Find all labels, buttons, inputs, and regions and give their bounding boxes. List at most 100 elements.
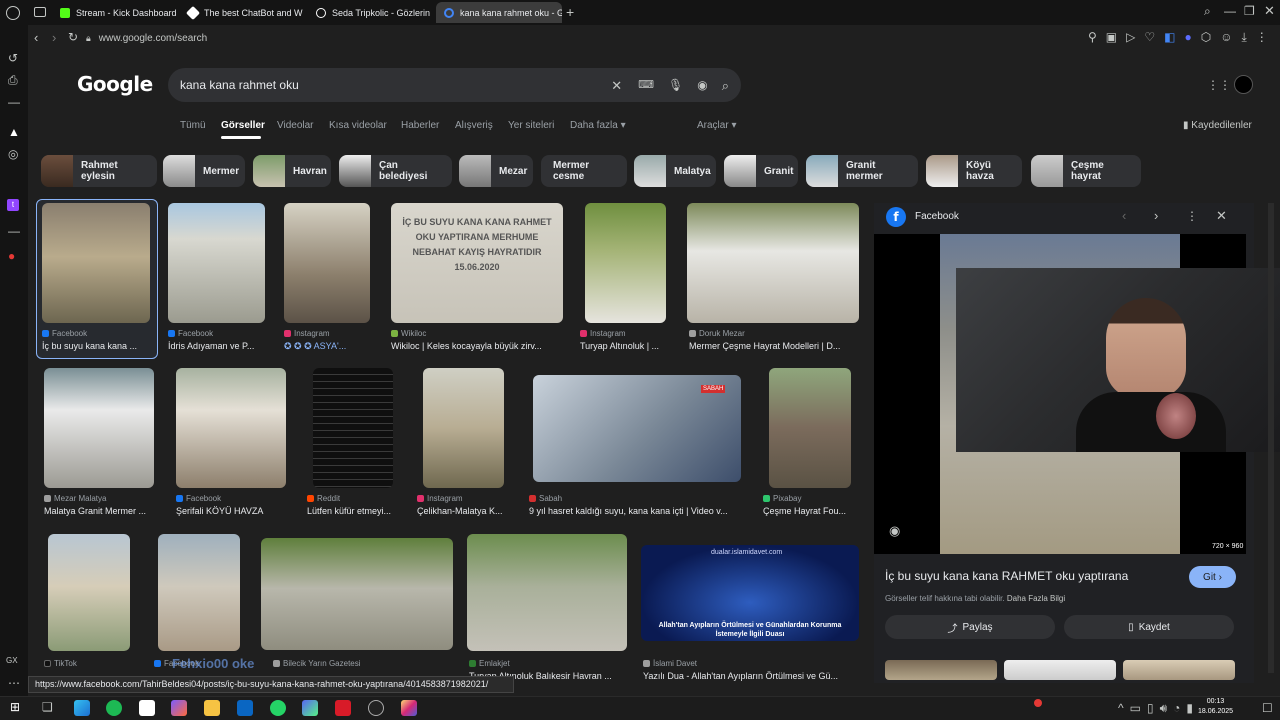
maximize-icon[interactable]: ❐ (1244, 5, 1255, 17)
result-title[interactable]: Malatya Granit Mermer ... (44, 506, 156, 516)
forward-icon[interactable]: › (52, 31, 56, 44)
printer-icon[interactable]: ⎙ (8, 74, 18, 86)
whatsapp-icon[interactable] (270, 700, 286, 716)
next-icon[interactable]: › (1154, 209, 1158, 222)
twitch-icon[interactable]: t (7, 199, 19, 211)
result-title[interactable]: Lütfen küfür etmeyi... (307, 506, 399, 516)
result-title[interactable]: Mermer Çeşme Hayrat Modelleri | D... (689, 341, 857, 351)
aria-icon[interactable]: ▲ (8, 126, 20, 138)
result-title[interactable]: Şerifali KÖYÜ HAVZA (176, 506, 288, 516)
pin-icon[interactable]: ⚲ (1088, 31, 1097, 43)
wifi-icon[interactable]: ◔ (1173, 702, 1180, 714)
result-title[interactable]: Yazılı Dua - Allah'tan Ayıpların Örtülme… (643, 671, 857, 681)
tab-images[interactable]: Görseller (221, 120, 265, 131)
result-thumbnail[interactable] (42, 203, 150, 323)
tab-short-videos[interactable]: Kısa videolar (329, 120, 387, 131)
profile-icon[interactable]: ☺ (1220, 31, 1232, 43)
result-thumbnail[interactable]: İÇ BU SUYU KANA KANA RAHMET OKU YAPTIRAN… (391, 203, 563, 323)
chip-can-belediyesi[interactable]: Çan belediyesi (339, 155, 452, 187)
learn-more-link[interactable]: Daha Fazla Bilgi (1007, 594, 1065, 603)
tab-overview-icon[interactable] (34, 7, 46, 17)
result-thumbnail[interactable]: Allah'tan Ayıpların Örtülmesi ve Günahla… (641, 545, 859, 641)
chip-koyu-havza[interactable]: Köyü havza (926, 155, 1022, 187)
result-thumbnail[interactable] (176, 368, 286, 488)
result-thumbnail[interactable] (313, 368, 393, 488)
panel-title[interactable]: İç bu suyu kana kana RAHMET oku yaptıran… (885, 569, 1175, 583)
heart-icon[interactable]: ♡ (1144, 31, 1155, 43)
clear-icon[interactable]: ✕ (611, 79, 622, 92)
new-tab-icon[interactable]: + (566, 5, 574, 19)
save-button[interactable]: ▯ Kaydet (1064, 615, 1234, 639)
result-thumbnail[interactable] (44, 368, 154, 488)
prev-icon[interactable]: ‹ (1122, 209, 1126, 222)
tab-news[interactable]: Haberler (401, 120, 439, 131)
result-thumbnail[interactable] (168, 203, 265, 323)
calculator-icon[interactable] (139, 700, 155, 716)
history-icon[interactable]: ↺ (8, 52, 18, 64)
clock[interactable]: 00:13 18.06.2025 (1198, 697, 1233, 717)
chip-granit[interactable]: Granit (724, 155, 798, 187)
lens-icon[interactable]: ◉ (697, 79, 707, 91)
tab-more[interactable]: Daha fazla ▾ (570, 120, 626, 131)
result-title[interactable]: İç bu suyu kana kana ... (42, 341, 150, 351)
search-box[interactable]: kana kana rahmet oku ✕ ⌨ 🎙︎ ◉ ⌕ (168, 68, 741, 102)
play-icon[interactable]: ▷ (1126, 31, 1135, 43)
volume-icon[interactable]: 🔊︎ (1160, 702, 1168, 714)
avatar[interactable] (1234, 75, 1253, 94)
download-icon[interactable]: ⤓ (1241, 31, 1246, 43)
result-title[interactable]: Çeşme Hayrat Fou... (763, 506, 855, 516)
instagram-taskbar-icon[interactable] (401, 700, 417, 716)
tab-shopping[interactable]: Alışveriş (455, 120, 493, 131)
copilot-icon[interactable] (171, 700, 187, 716)
app-icon[interactable] (302, 700, 318, 716)
apps-grid-icon[interactable]: ⋮⋮ (1207, 79, 1231, 91)
more-sidebar-icon[interactable]: ⋯ (8, 677, 20, 689)
task-view-icon[interactable]: ❏ (42, 701, 53, 713)
chevron-up-icon[interactable]: ^ (1118, 702, 1124, 714)
tab-all[interactable]: Tümü (180, 120, 206, 131)
result-thumbnail[interactable] (261, 538, 453, 650)
minimize-icon[interactable]: — (1224, 5, 1236, 17)
related-thumb[interactable] (1123, 660, 1235, 680)
explorer-icon[interactable] (204, 700, 220, 716)
result-thumbnail[interactable] (769, 368, 851, 488)
notifications-icon[interactable]: ☐ (1262, 702, 1273, 714)
result-thumbnail[interactable] (284, 203, 370, 323)
result-title[interactable]: ✪ ✪ ✪ ASYA'... (284, 341, 380, 352)
address-bar[interactable]: 🔒︎ www.google.com/search (86, 29, 1086, 47)
extension-circle-icon[interactable]: ● (1184, 31, 1191, 43)
menu-icon[interactable]: ⋮ (1256, 31, 1268, 43)
network-icon[interactable]: ▭ (1130, 702, 1141, 714)
chip-rahmet-eylesin[interactable]: Rahmet eylesin (41, 155, 157, 187)
result-thumbnail[interactable] (687, 203, 859, 323)
chip-havran[interactable]: Havran (253, 155, 331, 187)
result-title[interactable]: Wikiloc | Keles kocayayla büyük zirv... (391, 341, 563, 351)
outlook-icon[interactable] (237, 700, 253, 716)
google-logo[interactable]: Google (77, 72, 153, 96)
tab-google-active[interactable]: kana kana rahmet oku - G (436, 2, 562, 23)
result-thumbnail[interactable] (467, 534, 627, 651)
tab-seda[interactable]: Seda Tripkolic - Gözlerin (308, 2, 432, 23)
vpn-icon[interactable]: ◎ (8, 148, 18, 160)
visit-button[interactable]: Git › (1189, 566, 1236, 588)
result-thumbnail[interactable] (48, 534, 130, 651)
spotify-icon[interactable] (106, 700, 122, 716)
back-icon[interactable]: ‹ (34, 31, 38, 44)
display-icon[interactable]: ▯ (1147, 702, 1154, 714)
search-tabs-icon[interactable]: ⌕ (1204, 5, 1211, 17)
result-title[interactable]: İdris Adıyaman ve P... (168, 341, 268, 351)
mic-icon[interactable]: 🎙︎ (668, 79, 683, 91)
gx-icon[interactable]: GX (6, 657, 18, 665)
browser-logo-icon[interactable] (6, 6, 20, 20)
more-options-icon[interactable]: ⋮ (1186, 210, 1198, 222)
scrollbar[interactable] (1268, 203, 1274, 673)
chip-mezar[interactable]: Mezar (459, 155, 533, 187)
edge-icon[interactable] (74, 700, 90, 716)
result-title[interactable]: 9 yıl hasret kaldığı suyu, kana kana içt… (529, 506, 743, 516)
result-thumbnail[interactable] (423, 368, 504, 488)
chip-mermer[interactable]: Mermer (163, 155, 245, 187)
share-button[interactable]: ⤴ Paylaş (885, 615, 1055, 639)
tab-kick[interactable]: Stream - Kick Dashboard (52, 2, 178, 23)
result-thumbnail[interactable] (585, 203, 666, 323)
related-thumb[interactable] (885, 660, 997, 680)
